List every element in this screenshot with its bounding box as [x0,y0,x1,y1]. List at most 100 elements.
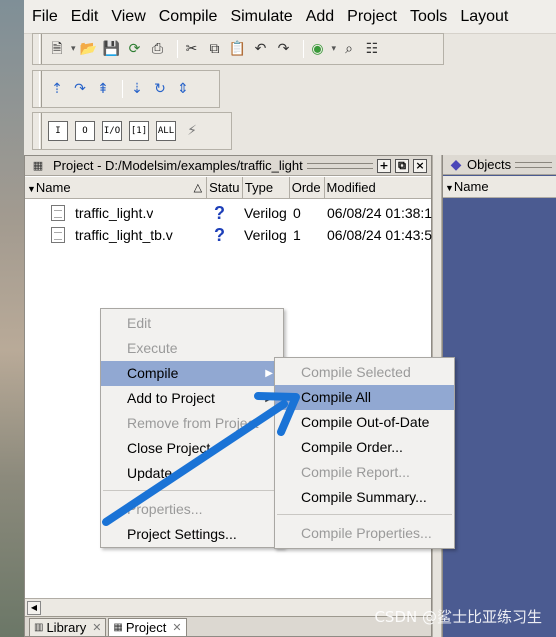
add-icon[interactable]: + [377,158,391,173]
column-type[interactable]: Type [243,177,290,198]
new-file-icon[interactable]: 🗎 [48,40,66,58]
save-icon[interactable]: 💾 [103,40,121,58]
scroll-left-icon[interactable]: ◀ [27,601,41,615]
column-name[interactable]: ▼Name △ [25,177,208,198]
close-icon[interactable]: × [413,158,427,173]
redo-icon[interactable]: ↷ [275,40,293,58]
wand-icon[interactable]: ⚡ [183,122,201,140]
file-row[interactable]: traffic_light_tb.v ? Verilog 1 06/08/24 … [25,224,433,246]
continue-icon[interactable]: ↻ [151,80,169,98]
menu-edit[interactable]: Edit [67,0,108,34]
menu-tools[interactable]: Tools [406,0,456,34]
refresh-icon[interactable]: ⟳ [126,40,144,58]
submenu-arrow-icon: ▶ [265,368,273,379]
toolbar-grip[interactable] [39,71,42,107]
tab-label: Library [46,620,87,635]
file-name: traffic_light_tb.v [75,227,173,243]
dropdown-icon[interactable]: ▾ [332,44,337,54]
restart-icon[interactable]: ⇕ [174,80,192,98]
tab-label: Project [125,620,167,635]
menu-item-properties[interactable]: Properties... [101,497,283,522]
close-tab-icon[interactable]: ✕ [172,621,181,634]
menu-item-close-project[interactable]: Close Project [101,436,283,461]
objects-icon: ◆ [450,156,462,173]
menu-file[interactable]: File [28,0,67,34]
undock-icon[interactable]: ⧉ [395,158,409,173]
filter-internal-button[interactable]: [1] [129,121,149,141]
print-icon[interactable]: ⎙ [149,40,167,58]
project-icon: ▦ [32,158,44,172]
filter-inout-button[interactable]: I/O [102,121,122,141]
menu-item-add-to-project[interactable]: Add to Project ▶ [101,386,283,411]
panel-tabs: ▥ Library ✕ ▦ Project ✕ [25,616,431,636]
menu-item-update[interactable]: Update [101,461,283,486]
menu-separator [103,490,281,491]
menu-item-compile-out-of-date[interactable]: Compile Out-of-Date [275,410,454,435]
menu-item-compile-report[interactable]: Compile Report... [275,460,454,485]
menu-project[interactable]: Project [343,0,406,34]
tab-library[interactable]: ▥ Library ✕ [29,618,107,636]
titlebar-grip[interactable] [515,161,552,168]
toolbar-grip[interactable] [39,113,42,149]
verilog-file-icon [51,205,65,221]
open-folder-icon[interactable]: 📂 [80,40,98,58]
step-over-icon[interactable]: ↷ [71,80,89,98]
menu-item-compile[interactable]: Compile ▶ [101,361,283,386]
menu-compile[interactable]: Compile [155,0,227,34]
file-modified: 06/08/24 01:43:5 [327,227,433,243]
menu-view[interactable]: View [107,0,154,34]
close-tab-icon[interactable]: ✕ [92,621,101,634]
horizontal-scrollbar[interactable]: ◀ [25,598,431,616]
tab-project[interactable]: ▦ Project ✕ [108,618,187,636]
file-type: Verilog [244,205,287,221]
desktop-background [0,0,24,637]
toolbar-separator [122,80,123,98]
objects-column-name[interactable]: ▼Name [443,176,556,198]
paste-icon[interactable]: 📋 [229,40,247,58]
menu-layout[interactable]: Layout [456,0,517,34]
go-icon[interactable]: ◉ [309,40,327,58]
toolbar-grip[interactable] [39,34,42,64]
project-title: Project - D:/Modelsim/examples/traffic_l… [53,158,303,173]
column-status[interactable]: Statu [207,177,243,198]
status-unknown-icon: ? [214,202,225,223]
menu-item-execute[interactable]: Execute [101,336,283,361]
cut-icon[interactable]: ✂ [183,40,201,58]
menu-item-project-settings[interactable]: Project Settings... [101,522,283,547]
menu-add[interactable]: Add [302,0,343,34]
toolbar-separator [302,40,304,58]
compile-submenu: Compile Selected Compile All Compile Out… [274,357,455,549]
library-icon: ▥ [34,622,44,633]
menu-simulate[interactable]: Simulate [226,0,301,34]
copy-icon[interactable]: ⧉ [206,40,224,58]
titlebar-grip[interactable] [306,162,373,169]
column-order[interactable]: Orde [290,177,325,198]
menu-item-remove-from-project[interactable]: Remove from Project [101,411,283,436]
menu-item-compile-order[interactable]: Compile Order... [275,435,454,460]
menu-item-edit[interactable]: Edit [101,311,283,336]
project-icon: ▦ [113,622,123,633]
menu-item-compile-properties[interactable]: Compile Properties... [275,521,454,546]
filter-input-button[interactable]: I [48,121,68,141]
objects-titlebar: ◆ Objects [443,155,556,175]
undo-icon[interactable]: ↶ [252,40,270,58]
column-modified[interactable]: Modified [325,177,431,198]
menu-item-label: Add to Project [127,390,215,406]
menu-item-compile-selected[interactable]: Compile Selected [275,360,454,385]
file-type: Verilog [244,227,287,243]
filter-output-button[interactable]: O [75,121,95,141]
filter-all-button[interactable]: ALL [156,121,176,141]
find-binoculars-icon[interactable]: ⌕ [340,40,358,58]
step-up-icon[interactable]: ⇡ [48,80,66,98]
file-row[interactable]: traffic_light.v ? Verilog 0 06/08/24 01:… [25,202,433,224]
status-unknown-icon: ? [214,224,225,245]
menu-separator [277,514,452,515]
menu-item-compile-all[interactable]: Compile All [275,385,454,410]
menu-item-compile-summary[interactable]: Compile Summary... [275,485,454,510]
collapse-icon[interactable]: ☷ [363,40,381,58]
dropdown-icon[interactable]: ▾ [71,44,76,54]
step-into-icon[interactable]: ⇣ [128,80,146,98]
file-modified: 06/08/24 01:38:1 [327,205,433,221]
step-out-icon[interactable]: ⇞ [94,80,112,98]
file-order: 1 [293,227,301,243]
